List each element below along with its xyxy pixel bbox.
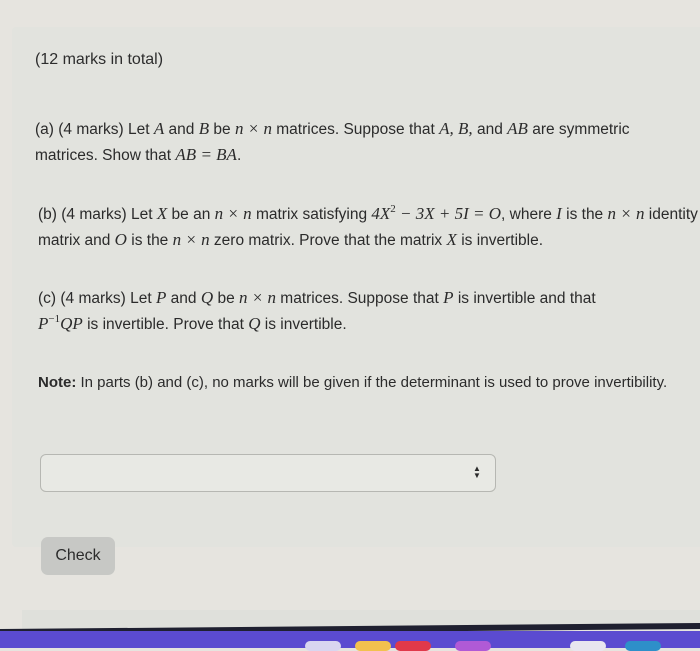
dock-app-icon[interactable] bbox=[625, 641, 661, 651]
text: matrix satisfying bbox=[251, 206, 372, 223]
math: n × n bbox=[607, 204, 645, 223]
text: be an bbox=[167, 206, 215, 223]
text: is the bbox=[561, 206, 608, 223]
note-text: Note: In parts (b) and (c), no marks wil… bbox=[38, 369, 678, 396]
text: and bbox=[164, 121, 199, 138]
text: . bbox=[236, 147, 242, 164]
dock-app-icon[interactable] bbox=[395, 641, 431, 651]
math: O bbox=[114, 230, 127, 249]
math: X bbox=[156, 204, 168, 223]
dock-app-icon[interactable] bbox=[455, 641, 491, 651]
part-a-text: (a) (4 marks) Let A and B be n × n matri… bbox=[35, 116, 695, 168]
text: is the bbox=[126, 232, 173, 249]
text: be bbox=[209, 121, 235, 138]
text: be bbox=[213, 290, 239, 307]
note-body: In parts (b) and (c), no marks will be g… bbox=[76, 374, 668, 391]
math: A, B, bbox=[439, 119, 473, 138]
math: Q bbox=[248, 314, 261, 333]
math: X bbox=[446, 230, 457, 249]
math: n × n bbox=[214, 204, 252, 223]
text: (a) (4 marks) Let bbox=[35, 121, 154, 138]
text: is invertible. bbox=[260, 316, 347, 333]
text: is invertible and that bbox=[453, 290, 596, 307]
total-marks: (12 marks in total) bbox=[35, 51, 164, 68]
check-button[interactable]: Check bbox=[41, 537, 115, 575]
math: Q bbox=[200, 288, 214, 307]
note-label: Note: bbox=[38, 374, 77, 391]
text: zero matrix. Prove that the matrix bbox=[209, 232, 447, 249]
answer-select[interactable]: ▲ ▼ bbox=[40, 454, 496, 492]
math: AB bbox=[507, 119, 528, 138]
part-c-text: (c) (4 marks) Let P and Q be n × n matri… bbox=[38, 285, 698, 337]
text: and bbox=[472, 121, 508, 138]
text: matrices. Suppose that bbox=[275, 290, 444, 307]
math: − 3X + 5I = O bbox=[395, 204, 502, 223]
math: P bbox=[155, 288, 167, 307]
text: (c) (4 marks) Let bbox=[38, 290, 156, 307]
math: n × n bbox=[239, 288, 276, 307]
math: A bbox=[153, 119, 165, 138]
dock-app-icon[interactable] bbox=[305, 641, 341, 651]
math: AB = BA bbox=[175, 145, 237, 164]
part-b-text: (b) (4 marks) Let X be an n × n matrix s… bbox=[38, 201, 698, 253]
math: P bbox=[38, 314, 49, 333]
math: n × n bbox=[172, 230, 210, 249]
updown-arrows-icon: ▲ ▼ bbox=[473, 464, 481, 480]
math: 4X bbox=[371, 204, 391, 223]
text: matrices. Suppose that bbox=[271, 121, 440, 138]
math: P bbox=[443, 288, 454, 307]
text: and bbox=[166, 290, 201, 307]
math: n × n bbox=[234, 119, 272, 138]
text: , where bbox=[501, 206, 557, 223]
text: is invertible. Prove that bbox=[82, 316, 249, 333]
math: QP bbox=[60, 314, 83, 333]
math-superscript: −1 bbox=[48, 313, 61, 325]
text: is invertible. bbox=[456, 232, 544, 249]
text: (b) (4 marks) Let bbox=[38, 206, 157, 223]
math: B bbox=[198, 119, 210, 138]
dock-app-icon[interactable] bbox=[355, 641, 391, 651]
dock-app-icon[interactable] bbox=[570, 641, 606, 651]
